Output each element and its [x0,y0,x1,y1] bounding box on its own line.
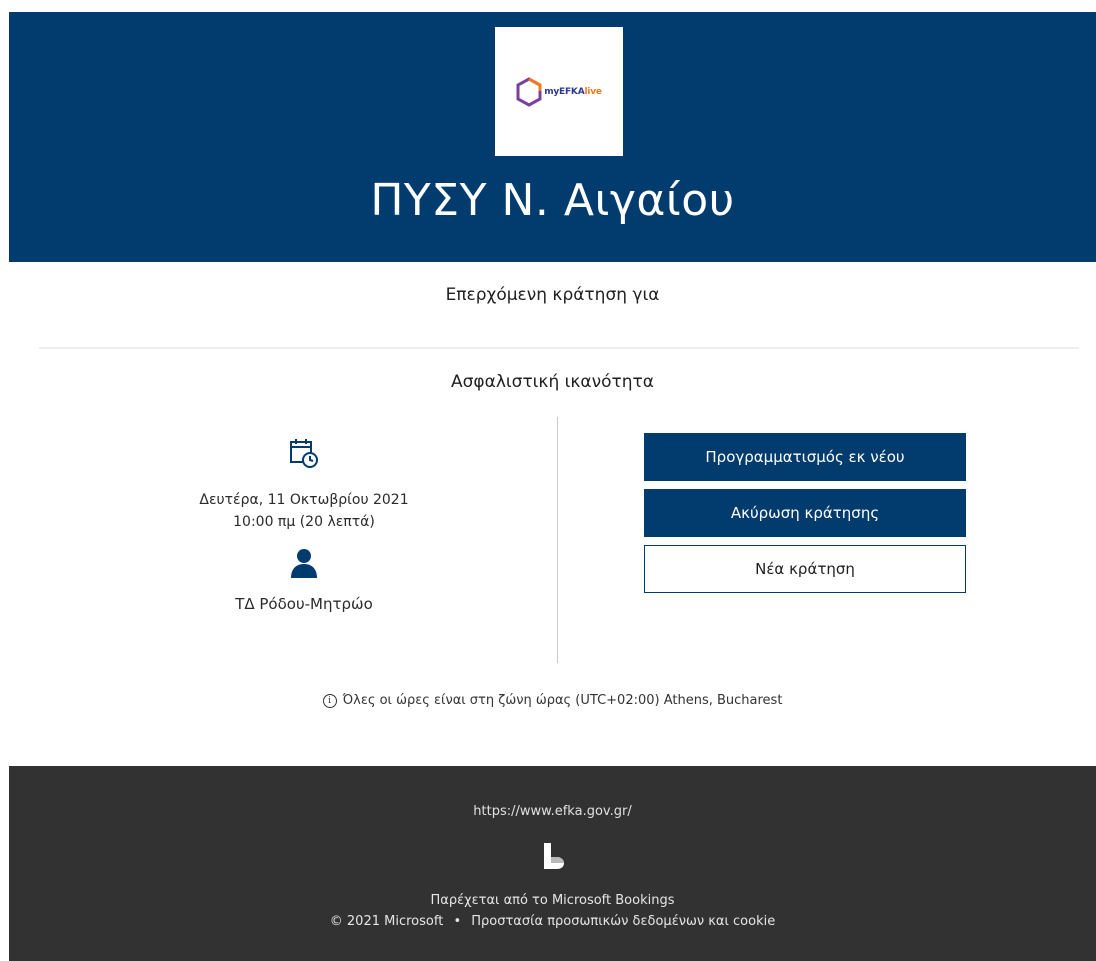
column-divider [557,417,558,663]
logo-wordmark: myEFKAlive [544,86,602,97]
booking-details: Δευτέρα, 11 Οκτωβρίου 2021 10:00 πμ (20 … [159,437,449,613]
efka-hexagon-logo [516,76,542,107]
timezone-text: Όλες οι ώρες είναι στη ζώνη ώρας (UTC+02… [342,693,783,708]
cancel-booking-button[interactable]: Ακύρωση κράτησης [644,489,966,537]
upcoming-booking-heading: Επερχόμενη κράτηση για [445,285,660,305]
powered-by-text: Παρέχεται από το Microsoft Bookings [430,893,675,908]
booking-page: myEFKAlive ΠΥΣΥ Ν. Αιγαίου Επερχόμενη κρ… [9,12,1096,961]
calendar-clock-icon [290,439,318,468]
new-booking-button[interactable]: Νέα κράτηση [644,545,966,593]
reschedule-button[interactable]: Προγραμματισμός εκ νέου [644,433,966,481]
legal-line: © 2021 Microsoft • Προστασία προσωπικών … [9,914,1096,929]
booking-time: 10:00 πμ (20 λεπτά) [233,514,375,530]
copyright-text: © 2021 Microsoft [329,914,444,929]
microsoft-bookings-icon [544,843,564,869]
page-footer: https://www.efka.gov.gr/ Παρέχεται από τ… [9,766,1096,961]
business-name: ΠΥΣΥ Ν. Αιγαίου [370,175,735,226]
section-divider [39,347,1079,349]
booking-date: Δευτέρα, 11 Οκτωβρίου 2021 [199,492,409,508]
service-name: Ασφαλιστική ικανότητα [451,372,654,392]
staff-name: ΤΔ Ρόδου-Μητρώο [235,595,373,613]
info-icon: i [322,693,337,708]
timezone-note: i Όλες οι ώρες είναι στη ζώνη ώρας (UTC+… [9,693,1096,708]
business-logo: myEFKAlive [495,27,623,156]
business-website-link[interactable]: https://www.efka.gov.gr/ [9,804,1096,819]
privacy-link[interactable]: Προστασία προσωπικών δεδομένων και cooki… [471,914,775,929]
legal-separator: • [453,914,462,929]
person-icon [291,549,317,578]
page-header: myEFKAlive ΠΥΣΥ Ν. Αιγαίου [9,12,1096,262]
